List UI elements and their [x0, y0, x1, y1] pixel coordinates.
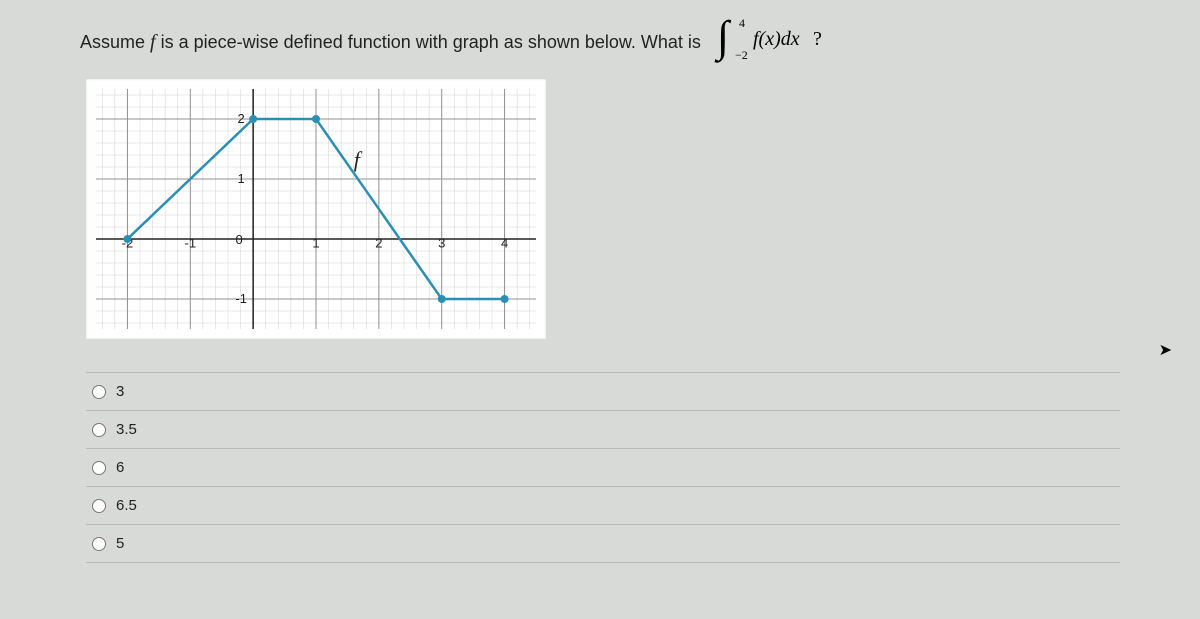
- y-tick-label: -1: [235, 291, 247, 306]
- answer-options: 3 3.5 6 6.5 5: [86, 372, 1120, 563]
- answer-label: 3.5: [116, 421, 137, 438]
- answer-option[interactable]: 6: [86, 448, 1120, 486]
- integrand: f(x)dx: [753, 28, 800, 50]
- answer-label: 6.5: [116, 497, 137, 514]
- function-label: f: [354, 147, 363, 172]
- x-tick-label: 3: [438, 235, 445, 250]
- answer-label: 3: [116, 383, 124, 400]
- answer-option[interactable]: 5: [86, 524, 1120, 563]
- question-prefix: Assume: [80, 32, 150, 52]
- x-tick-label: 0: [236, 232, 243, 247]
- answer-radio[interactable]: [92, 385, 106, 399]
- function-graph: -2-101234-112f: [86, 79, 546, 339]
- cursor-icon: ➤: [1159, 340, 1172, 360]
- integral-lower-bound: −2: [735, 48, 748, 62]
- answer-option[interactable]: 3.5: [86, 410, 1120, 448]
- answer-label: 6: [116, 459, 124, 476]
- data-point: [123, 235, 131, 243]
- x-tick-label: 2: [375, 235, 382, 250]
- x-tick-label: 4: [501, 235, 508, 250]
- question-middle: is a piece-wise defined function with gr…: [161, 32, 701, 52]
- integral-upper-bound: 4: [739, 16, 745, 30]
- answer-option[interactable]: 3: [86, 372, 1120, 410]
- answer-label: 5: [116, 535, 124, 552]
- x-tick-label: -1: [185, 235, 197, 250]
- data-point: [249, 115, 257, 123]
- y-tick-label: 1: [238, 171, 245, 186]
- question-suffix: ?: [813, 28, 822, 50]
- question-func: f: [150, 31, 156, 53]
- data-point: [501, 295, 509, 303]
- answer-option[interactable]: 6.5: [86, 486, 1120, 524]
- data-point: [438, 295, 446, 303]
- integral-expression: ∫ 4 −2 f(x)dx ?: [709, 15, 829, 69]
- y-tick-label: 2: [238, 111, 245, 126]
- chart-container: -2-101234-112f: [86, 79, 1120, 344]
- question-row: Assume f is a piece-wise defined functio…: [80, 15, 1120, 69]
- answer-radio[interactable]: [92, 499, 106, 513]
- x-tick-label: 1: [312, 235, 319, 250]
- answer-radio[interactable]: [92, 461, 106, 475]
- integral-svg: ∫ 4 −2 f(x)dx ?: [709, 15, 829, 63]
- svg-text:∫: ∫: [714, 15, 732, 63]
- answer-radio[interactable]: [92, 537, 106, 551]
- answer-radio[interactable]: [92, 423, 106, 437]
- question-text: Assume f is a piece-wise defined functio…: [80, 31, 701, 54]
- data-point: [312, 115, 320, 123]
